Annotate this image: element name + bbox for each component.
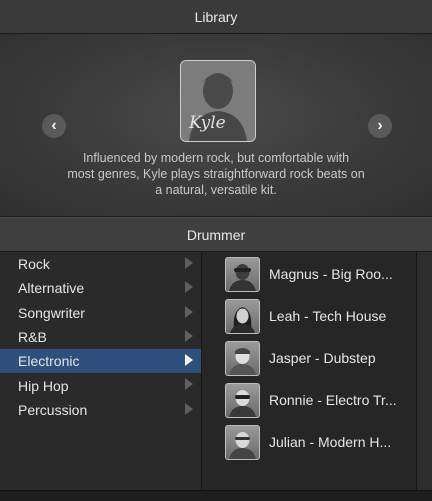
- chevron-left-icon: ‹: [51, 117, 57, 134]
- drummer-list-scrollbar[interactable]: [416, 252, 432, 490]
- genre-label: Alternative: [18, 280, 85, 297]
- drummer-item-magnus[interactable]: Magnus - Big Roo...: [202, 254, 416, 294]
- disclosure-arrow-icon: [185, 378, 193, 391]
- drummer-avatar: [225, 424, 260, 460]
- genre-label: Rock: [18, 256, 50, 273]
- drummer-portrait[interactable]: Kyle: [180, 60, 256, 142]
- disclosure-arrow-icon: [185, 402, 193, 415]
- genre-label: Songwriter: [18, 304, 85, 321]
- person-silhouette-icon: [229, 431, 256, 459]
- genre-item-rnb[interactable]: R&B: [0, 325, 201, 349]
- drummer-avatar: [225, 256, 260, 292]
- genre-list: Rock Alternative Songwriter R&B Electron…: [0, 252, 202, 500]
- person-silhouette-icon: [230, 306, 255, 333]
- window-title-bar: Library: [0, 0, 432, 34]
- genre-label: Percussion: [18, 401, 88, 418]
- genre-item-electronic[interactable]: Electronic: [0, 349, 201, 374]
- drummer-hero-panel: ‹ Kyle › Influenced by modern rock, but …: [0, 34, 432, 217]
- drummer-avatar: [225, 298, 260, 334]
- genre-item-percussion[interactable]: Percussion: [0, 398, 201, 422]
- disclosure-arrow-icon: [185, 354, 193, 367]
- drummer-item-julian[interactable]: Julian - Modern H...: [202, 422, 416, 462]
- genre-label: Hip Hop: [18, 377, 69, 394]
- drummer-description: Influenced by modern rock, but comfortab…: [40, 150, 392, 198]
- next-drummer-button[interactable]: ›: [368, 114, 392, 138]
- drummer-name: Ronnie - Electro Tr...: [269, 392, 397, 408]
- genre-label: R&B: [18, 329, 47, 346]
- drummer-avatar: [225, 382, 260, 418]
- chevron-right-icon: ›: [377, 117, 383, 134]
- description-line: Influenced by modern rock, but comfortab…: [82, 151, 350, 165]
- genre-item-hip-hop[interactable]: Hip Hop: [0, 373, 201, 397]
- drummer-name: Julian - Modern H...: [269, 434, 392, 450]
- drummer-name: Magnus - Big Roo...: [269, 266, 393, 282]
- drummer-avatar: [225, 340, 260, 376]
- section-title: Drummer: [186, 226, 246, 243]
- disclosure-arrow-icon: [185, 281, 193, 294]
- description-line: most genres, Kyle plays straightforward …: [67, 167, 365, 181]
- disclosure-arrow-icon: [185, 305, 193, 318]
- drummer-item-jasper[interactable]: Jasper - Dubstep: [202, 338, 416, 378]
- drummer-item-leah[interactable]: Leah - Tech House: [202, 296, 416, 336]
- disclosure-arrow-icon: [185, 257, 193, 269]
- window-title: Library: [194, 8, 238, 25]
- genre-item-songwriter[interactable]: Songwriter: [0, 301, 201, 325]
- person-silhouette-icon: [229, 389, 256, 417]
- person-silhouette-icon: [229, 263, 256, 291]
- drummer-name: Jasper - Dubstep: [269, 350, 376, 366]
- drummer-item-ronnie[interactable]: Ronnie - Electro Tr...: [202, 380, 416, 420]
- genre-label: Electronic: [18, 353, 80, 370]
- bottom-bar: [0, 490, 432, 501]
- person-silhouette-icon: [229, 347, 256, 375]
- description-line: a natural, versatile kit.: [155, 183, 277, 197]
- drummer-section-header: Drummer: [0, 217, 432, 252]
- disclosure-arrow-icon: [185, 329, 193, 342]
- previous-drummer-button[interactable]: ‹: [42, 114, 66, 138]
- portrait-signature: Kyle: [189, 113, 226, 133]
- drummer-list: Magnus - Big Roo... Leah - Tech House Ja…: [202, 252, 416, 490]
- genre-item-rock[interactable]: Rock: [0, 252, 201, 276]
- drummer-name: Leah - Tech House: [269, 308, 387, 324]
- genre-item-alternative[interactable]: Alternative: [0, 276, 201, 300]
